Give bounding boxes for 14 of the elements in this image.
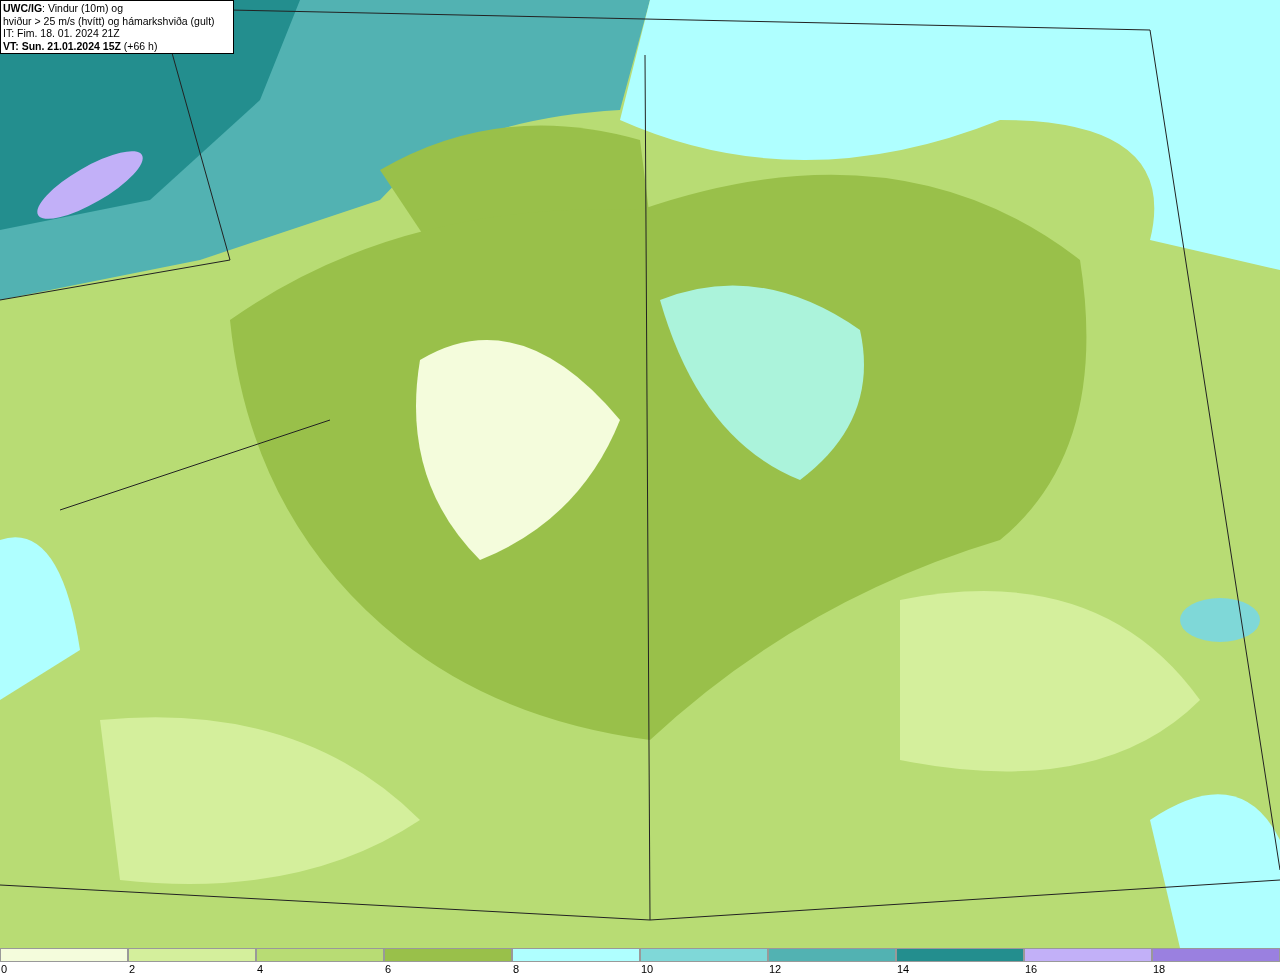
legend-label: 10 bbox=[640, 962, 654, 976]
info-text: hviður > 25 m/s (hvítt) og hámarkshviða (gult) bbox=[3, 14, 216, 27]
legend-label: 8 bbox=[512, 962, 520, 976]
legend-label: 16 bbox=[1024, 962, 1038, 976]
legend-label: 12 bbox=[768, 962, 782, 976]
legend-label: 4 bbox=[256, 962, 264, 976]
legend-label: 6 bbox=[384, 962, 392, 976]
legend-label: 14 bbox=[896, 962, 910, 976]
info-text: VT: Sun. 21.01.2024 15Z (+66 h) bbox=[3, 39, 159, 52]
info-text: UWC/IG: Vindur (10m) og bbox=[3, 2, 124, 15]
legend-label: 2 bbox=[128, 962, 136, 976]
info-text: IT: Fim. 18. 01. 2024 21Z bbox=[3, 27, 121, 40]
legend-label: 18 bbox=[1152, 962, 1166, 976]
legend-label: 0 bbox=[0, 962, 8, 976]
